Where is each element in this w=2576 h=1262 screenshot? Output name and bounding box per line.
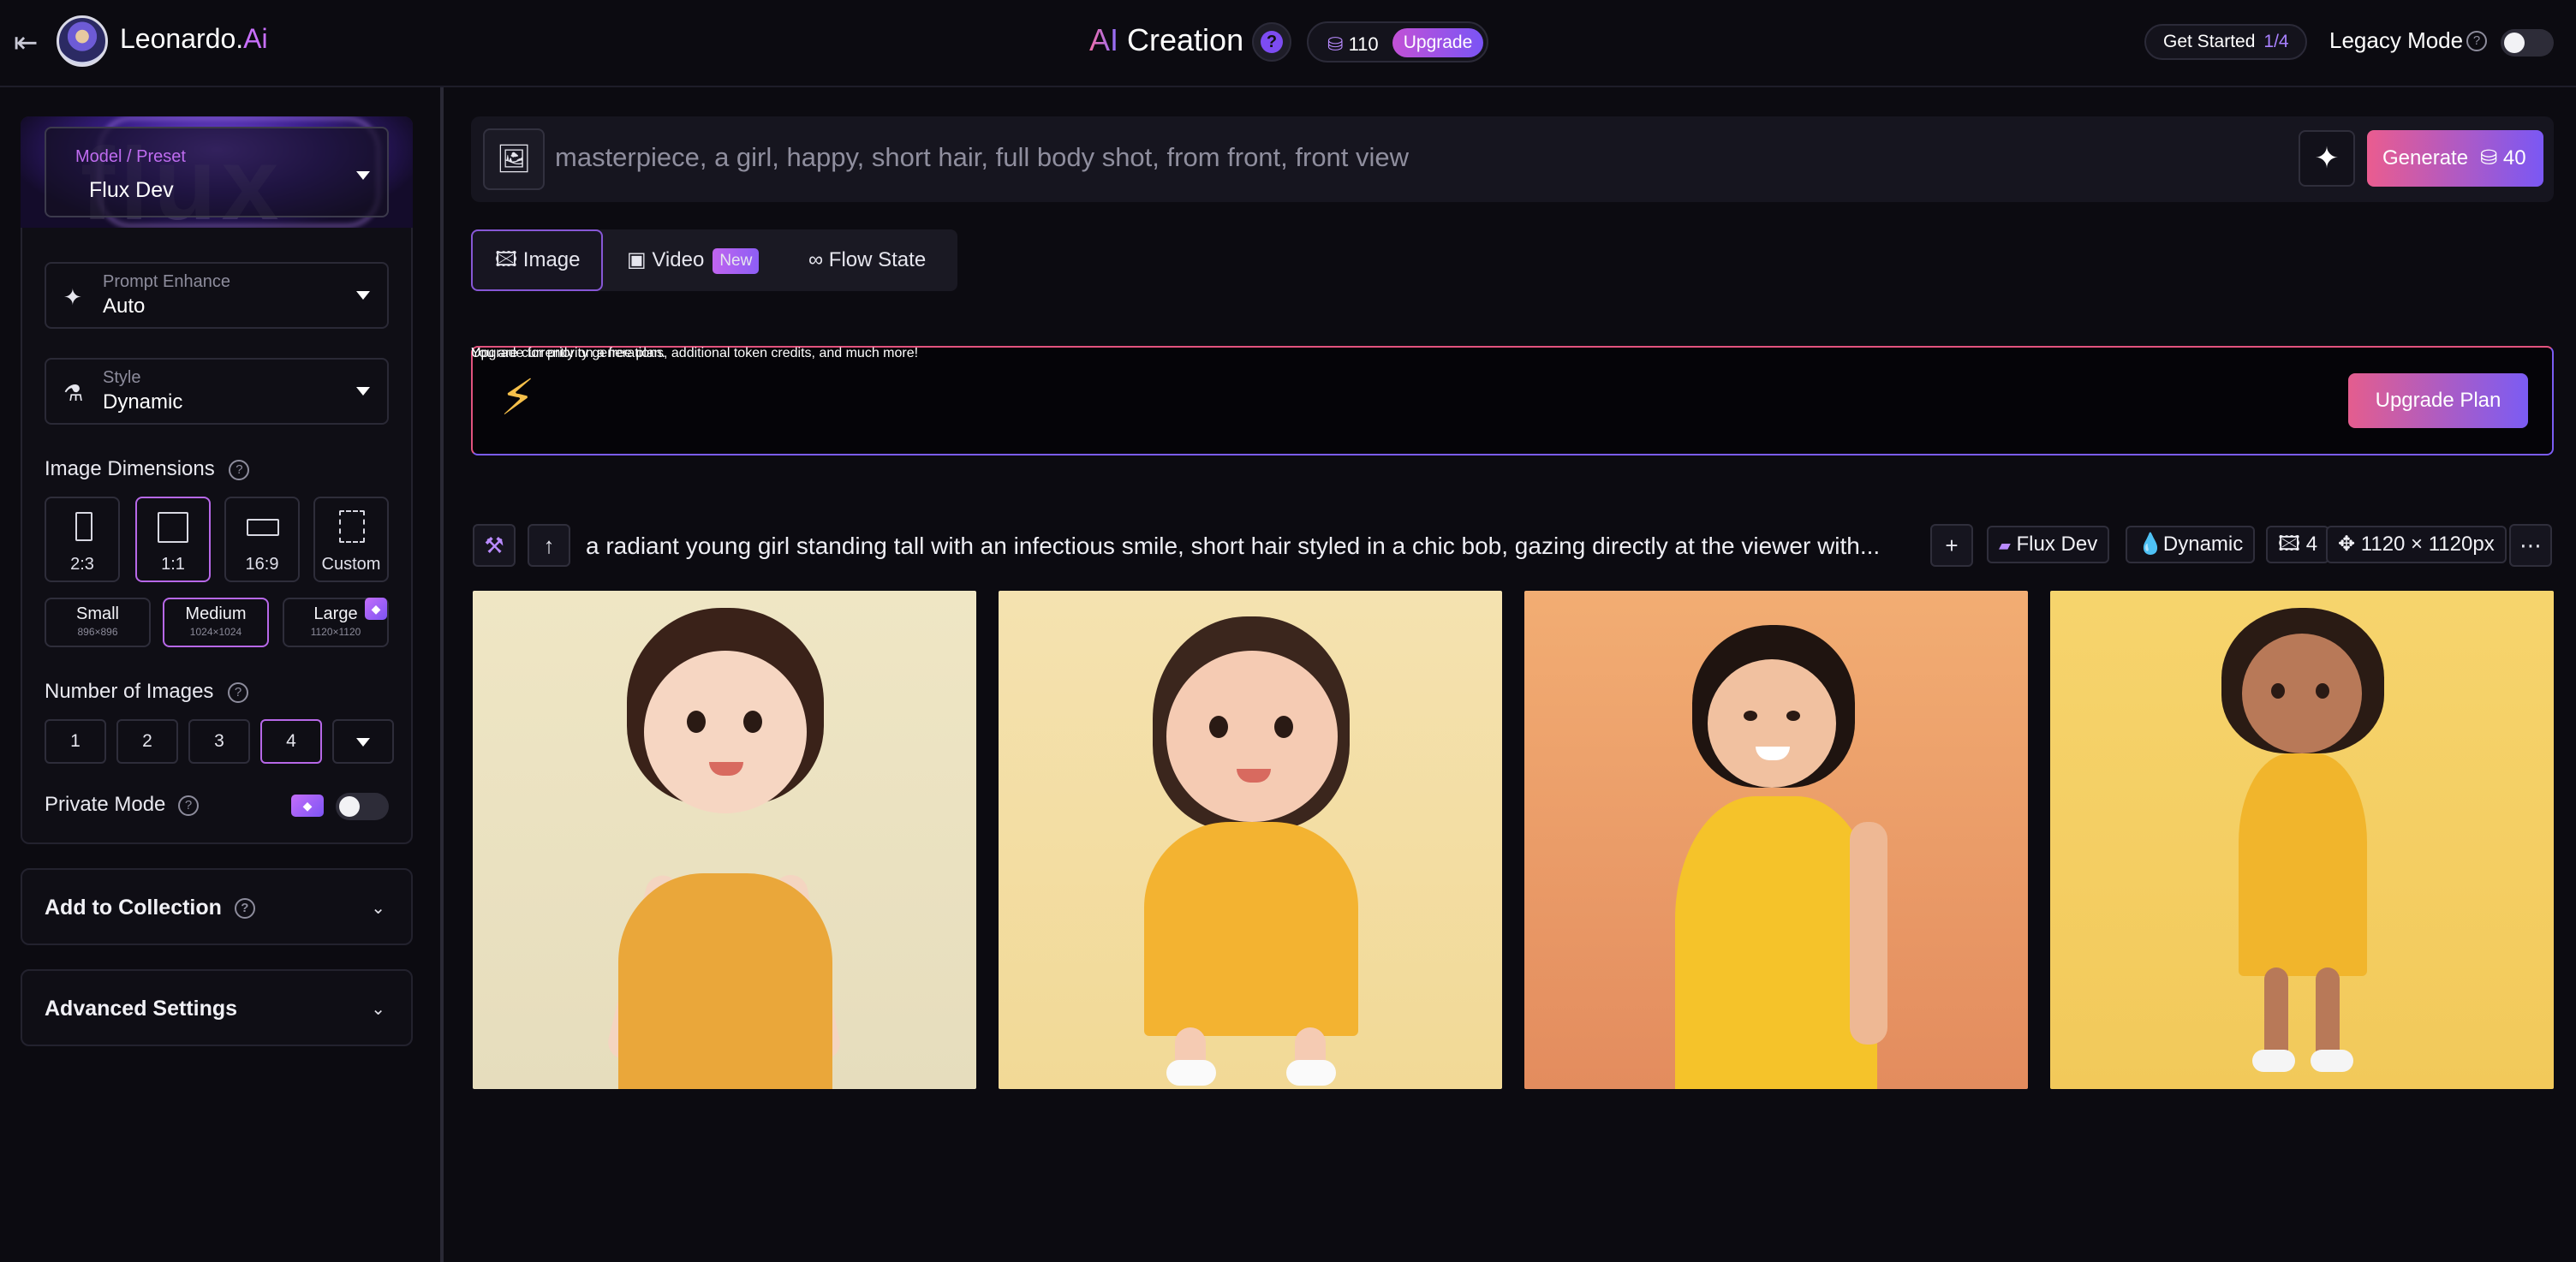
tab-flow-state[interactable]: ∞ Flow State bbox=[808, 229, 926, 291]
get-started-button[interactable]: Get Started 1/4 bbox=[2144, 24, 2307, 60]
prompt-input[interactable]: masterpiece, a girl, happy, short hair, … bbox=[555, 142, 1409, 173]
token-count: 110 bbox=[1348, 33, 1379, 55]
legacy-mode-toggle[interactable] bbox=[2501, 29, 2554, 57]
style-label: Style bbox=[103, 368, 141, 387]
infinity-icon: ∞ bbox=[808, 248, 824, 271]
image-icon: 🖾 bbox=[495, 248, 518, 271]
reuse-prompt-button[interactable]: ↑ bbox=[528, 524, 570, 567]
brand-name[interactable]: Leonardo.Ai bbox=[120, 23, 268, 55]
image-icon: 🖼 bbox=[496, 143, 532, 174]
droplet-icon: 💧 bbox=[2138, 533, 2163, 556]
model-preset-select[interactable]: Model / Preset Flux Dev bbox=[45, 127, 389, 217]
remix-button[interactable]: ⚒ bbox=[473, 524, 516, 567]
count-chip: 🖾 4 bbox=[2266, 526, 2330, 563]
aspect-16-9-button[interactable]: 16:9 bbox=[224, 497, 300, 582]
generated-image-2[interactable] bbox=[999, 591, 1502, 1089]
banner-line-2: Upgrade for priority generations, additi… bbox=[471, 346, 919, 360]
portrait-icon bbox=[75, 512, 92, 541]
private-mode-toggle[interactable] bbox=[336, 793, 389, 820]
num-images-more-button[interactable] bbox=[332, 719, 394, 764]
question-icon: ? bbox=[1261, 31, 1283, 53]
token-icon: ⛁ bbox=[2480, 146, 2498, 170]
aspect-2-3-button[interactable]: 2:3 bbox=[45, 497, 120, 582]
size-small-button[interactable]: Small 896×896 bbox=[45, 598, 151, 647]
advanced-settings-accordion[interactable]: Advanced Settings ⌄ bbox=[21, 969, 413, 1046]
private-mode-title: Private Mode ? bbox=[45, 793, 200, 817]
square-icon bbox=[158, 512, 188, 543]
free-plan-banner bbox=[471, 346, 2554, 455]
generated-image-1[interactable] bbox=[473, 591, 976, 1089]
token-balance[interactable]: ⛁ 110 Upgrade bbox=[1307, 21, 1488, 63]
sparkles-icon: ✦ bbox=[2314, 142, 2340, 175]
sparkle-icon: ✦ bbox=[63, 284, 82, 310]
style-chip: 💧Dynamic bbox=[2126, 526, 2256, 563]
image-prompt-button[interactable]: 🖼 bbox=[483, 128, 545, 190]
size-chip: ✥ 1120 × 1120px bbox=[2326, 526, 2507, 563]
prompt-enhance-select[interactable]: ✦ Prompt Enhance Auto bbox=[45, 262, 389, 329]
tab-image[interactable]: 🖾 Image bbox=[471, 229, 603, 291]
chevron-down-icon: ⌄ bbox=[371, 899, 385, 918]
film-icon: ▣ bbox=[627, 248, 647, 271]
add-button[interactable]: + bbox=[1930, 524, 1973, 567]
generation-prompt: a radiant young girl standing tall with … bbox=[586, 533, 1881, 559]
upgrade-button[interactable]: Upgrade bbox=[1392, 28, 1483, 57]
more-options-button[interactable]: ⋯ bbox=[2509, 524, 2552, 567]
page-title: AI Creation bbox=[1089, 22, 1244, 57]
num-images-1-button[interactable]: 1 bbox=[45, 719, 106, 764]
custom-ratio-icon bbox=[339, 510, 365, 543]
token-icon: ⛁ bbox=[1327, 33, 1344, 55]
exit-icon[interactable]: ⇤ bbox=[14, 26, 48, 60]
aspect-1-1-button[interactable]: 1:1 bbox=[135, 497, 211, 582]
lightning-icon: ⚡ bbox=[500, 370, 535, 426]
chevron-down-icon bbox=[356, 738, 370, 747]
ellipsis-icon: ⋯ bbox=[2519, 533, 2542, 558]
generated-image-4[interactable] bbox=[2050, 591, 2554, 1089]
add-to-collection-accordion[interactable]: Add to Collection ? ⌄ bbox=[21, 868, 413, 945]
help-icon[interactable]: ? bbox=[234, 898, 255, 920]
arrow-up-icon: ↑ bbox=[543, 533, 555, 558]
chevron-down-icon: ⌄ bbox=[371, 1000, 385, 1019]
prompt-magic-button[interactable]: ✦ bbox=[2299, 130, 2355, 187]
landscape-icon bbox=[247, 519, 279, 536]
num-images-3-button[interactable]: 3 bbox=[188, 719, 250, 764]
style-value: Dynamic bbox=[103, 390, 183, 414]
image-dimensions-title: Image Dimensions ? bbox=[45, 457, 250, 481]
num-images-4-button[interactable]: 4 bbox=[260, 719, 322, 764]
sidebar-divider bbox=[440, 87, 444, 1262]
flux-icon: ▰ bbox=[1999, 537, 2011, 554]
chevron-down-icon bbox=[356, 171, 370, 180]
upgrade-plan-button[interactable]: Upgrade Plan bbox=[2348, 373, 2528, 428]
help-icon[interactable]: ? bbox=[228, 682, 249, 703]
prompt-enhance-value: Auto bbox=[103, 295, 146, 318]
premium-gem-icon: ◆ bbox=[291, 795, 324, 817]
generated-image-3[interactable] bbox=[1524, 591, 2028, 1089]
premium-gem-icon: ◆ bbox=[365, 598, 387, 620]
brand-logo[interactable] bbox=[57, 15, 108, 67]
model-chip: ▰ Flux Dev bbox=[1987, 526, 2110, 563]
chevron-down-icon bbox=[356, 387, 370, 396]
move-icon: ✥ bbox=[2338, 533, 2356, 556]
help-icon[interactable]: ? bbox=[178, 795, 200, 816]
num-images-2-button[interactable]: 2 bbox=[116, 719, 178, 764]
plus-icon: + bbox=[1945, 533, 1959, 558]
legacy-mode-label: Legacy Mode bbox=[2329, 27, 2464, 53]
magic-wand-icon: ⚒ bbox=[484, 533, 504, 558]
aspect-custom-button[interactable]: Custom bbox=[313, 497, 389, 582]
new-badge: New bbox=[713, 247, 760, 274]
number-of-images-title: Number of Images ? bbox=[45, 680, 249, 704]
help-button[interactable]: ? bbox=[1252, 22, 1291, 62]
generate-button[interactable]: Generate ⛁ 40 bbox=[2367, 130, 2543, 187]
size-medium-button[interactable]: Medium 1024×1024 bbox=[163, 598, 269, 647]
legacy-help-icon[interactable]: ? bbox=[2466, 31, 2487, 51]
chevron-down-icon bbox=[356, 291, 370, 300]
help-icon[interactable]: ? bbox=[229, 459, 250, 480]
prompt-enhance-label: Prompt Enhance bbox=[103, 272, 230, 291]
top-bar: ⇤ Leonardo.Ai AI Creation ? ⛁ 110 Upgrad… bbox=[0, 0, 2576, 87]
images-icon: 🖾 bbox=[2278, 533, 2301, 556]
model-label: Model / Preset bbox=[75, 147, 186, 166]
flask-icon: ⚗ bbox=[63, 380, 84, 406]
tab-video[interactable]: ▣ Video New bbox=[625, 229, 760, 291]
model-value: Flux Dev bbox=[89, 178, 174, 202]
style-select[interactable]: ⚗ Style Dynamic bbox=[45, 358, 389, 425]
